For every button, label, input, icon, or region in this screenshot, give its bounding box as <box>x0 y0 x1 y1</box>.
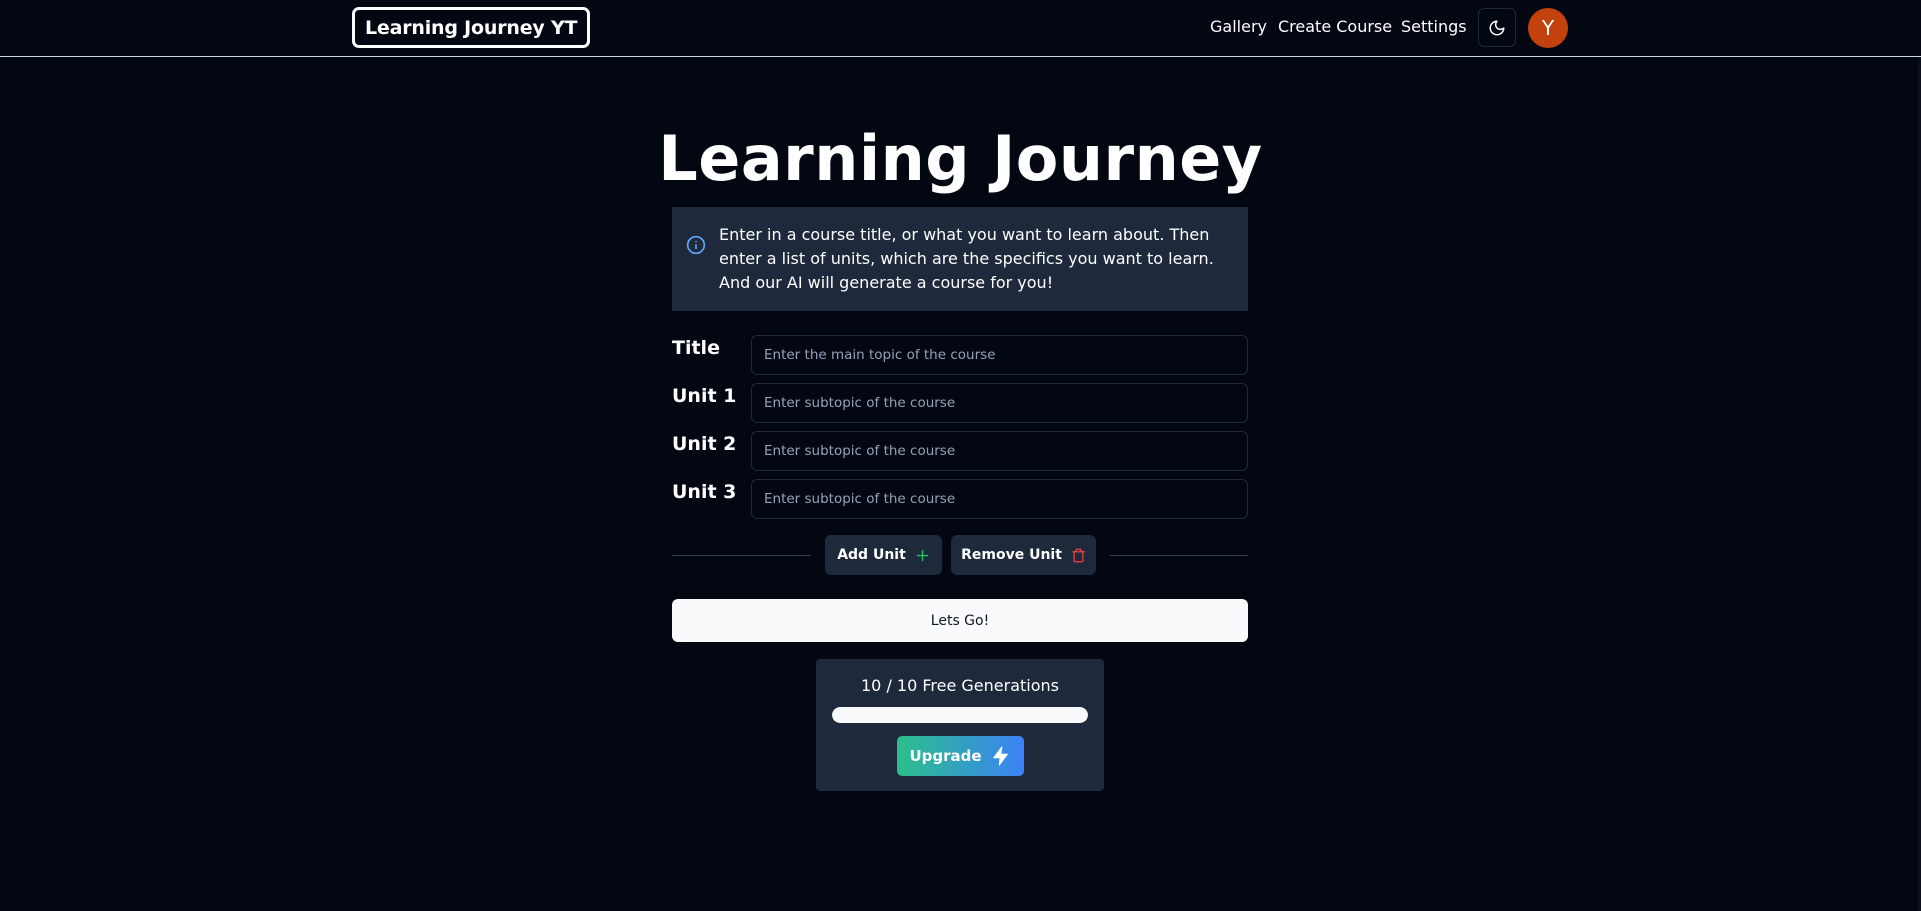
unit-1-input[interactable] <box>751 383 1248 423</box>
nav-link-gallery[interactable]: Gallery <box>1210 17 1267 36</box>
divider-left <box>672 555 810 556</box>
title-label: Title <box>672 337 720 359</box>
add-unit-button[interactable]: Add Unit <box>825 535 942 575</box>
generations-card: 10 / 10 Free Generations Upgrade <box>816 659 1104 791</box>
info-alert: Enter in a course title, or what you wan… <box>672 207 1248 311</box>
upgrade-button[interactable]: Upgrade <box>897 736 1024 776</box>
info-text: Enter in a course title, or what you wan… <box>719 225 1214 292</box>
title-input[interactable] <box>751 335 1248 375</box>
form-row-unit-1: Unit 1 <box>672 383 1248 423</box>
add-unit-label: Add Unit <box>837 547 906 563</box>
avatar[interactable]: Y <box>1528 8 1568 48</box>
generations-progress <box>832 707 1088 723</box>
unit-2-input[interactable] <box>751 431 1248 471</box>
nav-link-settings[interactable]: Settings <box>1401 17 1467 36</box>
unit-1-label: Unit 1 <box>672 385 737 407</box>
remove-unit-label: Remove Unit <box>961 547 1062 563</box>
unit-3-label: Unit 3 <box>672 481 737 503</box>
form-row-title: Title <box>672 335 1248 375</box>
unit-actions: Add Unit Remove Unit <box>672 535 1248 575</box>
navbar: Learning Journey YT Gallery Create Cours… <box>0 0 1921 57</box>
theme-toggle-button[interactable] <box>1478 8 1516 47</box>
unit-3-input[interactable] <box>751 479 1248 519</box>
logo-link[interactable]: Learning Journey YT <box>352 7 591 48</box>
generations-count: 10 / 10 Free Generations <box>861 676 1059 695</box>
form-row-unit-3: Unit 3 <box>672 479 1248 519</box>
lets-go-button[interactable]: Lets Go! <box>672 599 1248 642</box>
trash-icon <box>1072 548 1085 562</box>
divider-right <box>1110 555 1248 556</box>
page-title: Learning Journey <box>658 122 1263 195</box>
form-row-unit-2: Unit 2 <box>672 431 1248 471</box>
remove-unit-button[interactable]: Remove Unit <box>951 535 1096 575</box>
generations-progress-fill <box>832 707 1088 723</box>
unit-2-label: Unit 2 <box>672 433 737 455</box>
lightning-icon <box>992 746 1008 766</box>
info-icon <box>686 235 706 255</box>
moon-icon <box>1489 20 1505 35</box>
plus-icon <box>916 549 928 561</box>
nav-link-create-course[interactable]: Create Course <box>1278 17 1392 36</box>
upgrade-label: Upgrade <box>909 747 982 765</box>
